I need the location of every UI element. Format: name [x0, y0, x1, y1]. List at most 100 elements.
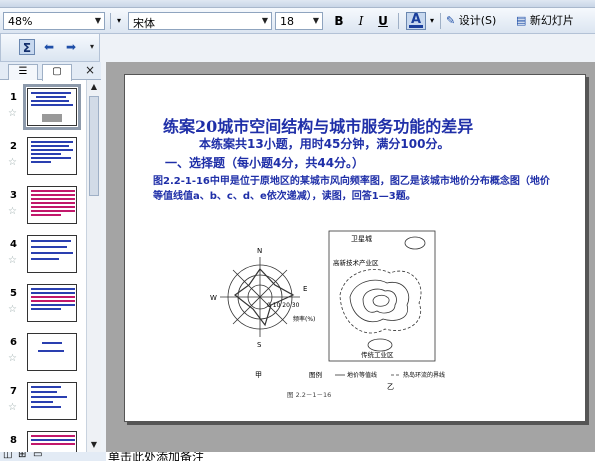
- slide-number: 1: [10, 92, 17, 103]
- slide-number: 3: [10, 190, 17, 201]
- arrow-left-icon[interactable]: ⬅: [41, 39, 57, 55]
- slide-thumbnail[interactable]: [27, 284, 77, 322]
- industry-zone-label: 传统工业区: [361, 350, 394, 359]
- scroll-down-icon[interactable]: ▼: [87, 438, 101, 452]
- new-slide-button[interactable]: ▤ 新幻灯片: [516, 13, 574, 29]
- slide-thumbnail[interactable]: [27, 186, 77, 224]
- scrollbar-thumb[interactable]: [89, 96, 99, 196]
- slide-thumb-row[interactable]: 1 ☆: [0, 84, 86, 135]
- animation-star-icon: ☆: [8, 108, 17, 119]
- font-color-button[interactable]: A: [406, 12, 426, 30]
- legend-title: 图例: [309, 370, 322, 379]
- slide-thumb-row[interactable]: 3 ☆: [0, 184, 86, 233]
- slide-thumb-row[interactable]: 5 ☆: [0, 282, 86, 331]
- animation-star-icon: ☆: [8, 206, 17, 217]
- close-icon[interactable]: ×: [85, 63, 95, 77]
- slide-thumbnails: 1 ☆ 2 ☆ 3 ☆ 4 ☆ 5 ☆ 6 ☆ 7 ☆ 8: [0, 80, 86, 452]
- figure-image[interactable]: N S W E 0 10 20 30 频率(%) 甲 卫星城 高新技术产业区 传…: [205, 225, 467, 400]
- font-size-combo[interactable]: 18 ▼: [275, 12, 323, 30]
- animation-star-icon: ☆: [8, 255, 17, 266]
- slide-number: 5: [10, 288, 17, 299]
- toolbar-options-icon[interactable]: ▾: [87, 39, 97, 55]
- west-label: W: [210, 294, 217, 302]
- slide-thumb-row[interactable]: 4 ☆: [0, 233, 86, 282]
- zoom-combo[interactable]: 48% ▼: [3, 12, 105, 30]
- south-label: S: [257, 341, 262, 349]
- slide-thumbnail[interactable]: [27, 137, 77, 175]
- sorter-view-icon[interactable]: ⊞: [18, 452, 26, 460]
- slide-thumb-row[interactable]: 6 ☆: [0, 331, 86, 380]
- bold-button[interactable]: B: [332, 12, 346, 30]
- new-slide-label: 新幻灯片: [529, 14, 574, 27]
- tab-outline[interactable]: ☰: [8, 64, 38, 80]
- slide-thumb-row[interactable]: 2 ☆: [0, 135, 86, 184]
- animation-star-icon: ☆: [8, 304, 17, 315]
- view-buttons: ◫ ⊞ ▭: [0, 452, 106, 461]
- slide-editing-area: 练案20城市空间结构与城市服务功能的差异 本练案共13小题，用时45分钟，满分1…: [106, 62, 595, 452]
- slides-panel: ☰ ▢ × 1 ☆ 2 ☆ 3 ☆ 4 ☆ 5 ☆ 6 ☆ 7 ☆ 8 ▲ ▼: [0, 62, 101, 452]
- notes-pane[interactable]: 单击此处添加备注: [106, 452, 595, 461]
- formatting-toolbar: 48% ▼ ▾ 宋体 ▼ 18 ▼ B I U A ▾ ✎ 设计(S) ▤ 新幻…: [0, 8, 595, 34]
- arrow-right-icon[interactable]: ➡: [63, 39, 79, 55]
- slide-number: 4: [10, 239, 17, 250]
- separator: [398, 13, 399, 29]
- figure-label-yi: 乙: [387, 383, 394, 391]
- slide-number: 2: [10, 141, 17, 152]
- slideshow-view-icon[interactable]: ▭: [33, 452, 42, 460]
- chevron-down-icon: ▼: [94, 16, 102, 25]
- zoom-value: 48%: [8, 15, 33, 28]
- chevron-down-icon: ▼: [312, 16, 320, 25]
- slide-subtitle[interactable]: 本练案共13小题，用时45分钟，满分100分。: [199, 135, 449, 152]
- standard-toolbar: [0, 0, 595, 8]
- design-icon: ✎: [446, 14, 456, 27]
- slide-title[interactable]: 练案20城市空间结构与城市服务功能的差异: [163, 113, 473, 137]
- panel-tabs: ☰ ▢ ×: [0, 62, 101, 81]
- color-bar: [409, 25, 423, 28]
- hitech-zone-label: 高新技术产业区: [333, 258, 379, 267]
- outline-toolbar: Σ ⬅ ➡ ▾: [0, 34, 100, 62]
- tab-slides[interactable]: ▢: [42, 64, 72, 81]
- separator: [110, 13, 111, 29]
- slide-number: 8: [10, 435, 17, 446]
- slide-thumbnail[interactable]: [23, 84, 81, 130]
- slide-thumbnail[interactable]: [27, 431, 77, 452]
- figure-caption: 图 2.2－1－16: [287, 391, 331, 399]
- font-name-combo[interactable]: 宋体 ▼: [128, 12, 272, 30]
- new-slide-icon: ▤: [516, 14, 527, 27]
- satellite-town-label: 卫星城: [351, 235, 372, 243]
- font-color-dropdown-icon[interactable]: ▾: [427, 12, 437, 30]
- slide-thumbnail[interactable]: [27, 382, 77, 420]
- chevron-down-icon: ▼: [261, 16, 269, 25]
- animation-star-icon: ☆: [8, 157, 17, 168]
- legend-contour: 地价等值线: [347, 371, 377, 379]
- thumbnails-scrollbar[interactable]: ▲ ▼: [86, 80, 101, 452]
- design-label: 设计(S): [458, 14, 497, 27]
- scale-label: 0 10 20 30: [267, 302, 300, 309]
- north-label: N: [257, 247, 262, 255]
- wind-rose: [220, 257, 300, 337]
- slide-thumbnail[interactable]: [27, 333, 77, 371]
- notes-placeholder: 单击此处添加备注: [108, 452, 205, 461]
- design-button[interactable]: ✎ 设计(S): [446, 13, 496, 29]
- normal-view-icon[interactable]: ◫: [3, 452, 12, 460]
- frequency-label: 频率(%): [293, 315, 315, 323]
- slide-thumbnail[interactable]: [27, 235, 77, 273]
- sigma-icon[interactable]: Σ: [19, 39, 35, 55]
- section-heading[interactable]: 一、选择题（每小题4分，共44分。）: [165, 154, 364, 171]
- slide-thumb-row[interactable]: 8 ☆: [0, 429, 86, 452]
- slide-thumb-row[interactable]: 7 ☆: [0, 380, 86, 429]
- italic-button[interactable]: I: [354, 12, 368, 30]
- legend-ring: 热岛环流的界线: [403, 371, 445, 379]
- toolbar-options-icon[interactable]: ▾: [114, 12, 124, 30]
- separator: [440, 13, 441, 29]
- underline-button[interactable]: U: [376, 12, 390, 30]
- question-text[interactable]: 图2.2-1-16中甲是位于原地区的某城市风向频率图，图乙是该城市地价分布概念图…: [153, 174, 553, 204]
- animation-star-icon: ☆: [8, 402, 17, 413]
- scroll-up-icon[interactable]: ▲: [87, 80, 101, 94]
- font-name-value: 宋体: [133, 17, 155, 30]
- slide-canvas[interactable]: 练案20城市空间结构与城市服务功能的差异 本练案共13小题，用时45分钟，满分1…: [124, 74, 586, 422]
- east-label: E: [303, 285, 307, 293]
- font-size-value: 18: [280, 15, 294, 28]
- slide-number: 6: [10, 337, 17, 348]
- animation-star-icon: ☆: [8, 353, 17, 364]
